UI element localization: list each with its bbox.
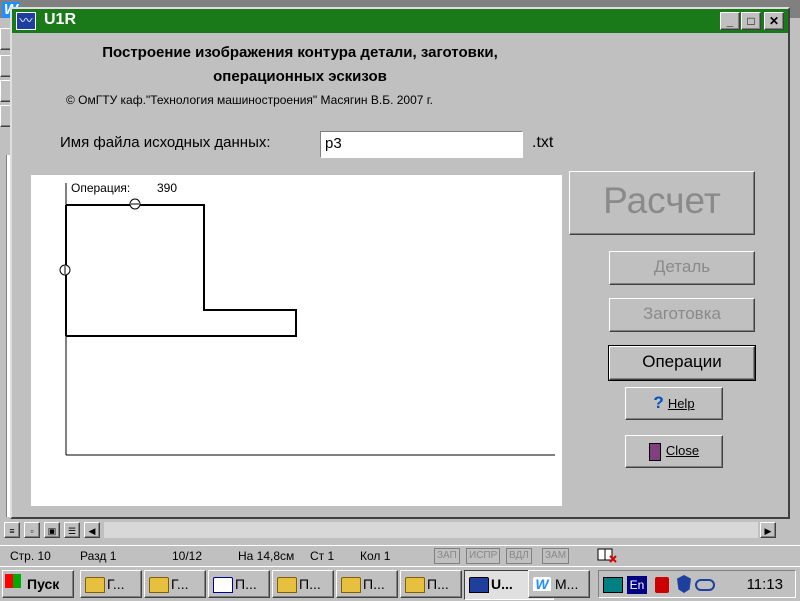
file-name-input[interactable]: p3 [320, 131, 523, 158]
word-status-bar: Стр. 10 Разд 1 10/12 На 14,8см Ст 1 Кол … [0, 545, 800, 566]
help-label: Help [667, 396, 695, 411]
dialog-title: U1R [44, 11, 77, 28]
file-name-label: Имя файла исходных данных: [60, 134, 271, 151]
horizontal-scrollbar[interactable]: ≡ ▫ ▣ ☰ ◀ ▶ [0, 520, 778, 540]
part-contour [66, 204, 297, 337]
folder-icon [405, 577, 425, 593]
copyright-text: © ОмГТУ каф."Технология машиностроения" … [66, 93, 434, 107]
operations-button[interactable]: Операции [608, 345, 756, 381]
taskbar-task[interactable]: Г... [144, 570, 206, 598]
task-label: Г... [171, 576, 189, 592]
taskbar: Пуск Г... Г... П... П... П... П... U... … [0, 566, 800, 601]
system-tray: En 11:13 [598, 570, 796, 598]
question-mark-icon: ? [653, 393, 664, 412]
page-view-icon[interactable]: ▣ [44, 522, 60, 538]
status-column: Кол 1 [360, 549, 391, 563]
task-label: П... [363, 576, 385, 592]
tray-app-icon[interactable] [655, 577, 669, 593]
status-ext[interactable]: ВДЛ [506, 548, 532, 564]
app-logo-icon: 〰 [16, 12, 36, 30]
book-check-icon [597, 548, 617, 563]
start-label: Пуск [27, 576, 60, 592]
door-icon [648, 442, 661, 461]
taskbar-task[interactable]: W M... [528, 570, 590, 598]
heading-line-2: операционных эскизов [213, 68, 387, 85]
folder-icon [149, 577, 169, 593]
blank-button[interactable]: Заготовка [609, 298, 755, 332]
status-section: Разд 1 [80, 549, 117, 563]
folder-icon [277, 577, 297, 593]
heading-line-1: Построение изображения контура детали, з… [102, 44, 498, 61]
web-view-icon[interactable]: ▫ [24, 522, 40, 538]
minimize-button[interactable]: _ [720, 12, 740, 30]
status-ovr[interactable]: ЗАМ [542, 548, 570, 564]
operation-label: Операция: [71, 181, 131, 195]
scroll-right-icon[interactable]: ▶ [760, 522, 776, 538]
clock[interactable]: 11:13 [747, 576, 783, 593]
task-label: П... [299, 576, 321, 592]
close-window-button[interactable]: ✕ [764, 12, 784, 30]
status-trk[interactable]: ИСПР [466, 548, 501, 564]
contour-drawing [59, 183, 555, 456]
scroll-left-icon[interactable]: ◀ [84, 522, 100, 538]
task-label: П... [235, 576, 257, 592]
task-label: П... [427, 576, 449, 592]
word-icon: W [533, 577, 551, 591]
taskbar-task[interactable]: Г... [80, 570, 142, 598]
normal-view-icon[interactable]: ≡ [4, 522, 20, 538]
status-page: Стр. 10 [10, 549, 51, 563]
status-pages: 10/12 [172, 549, 203, 563]
network-icon[interactable] [695, 579, 715, 591]
task-label: U... [491, 576, 513, 592]
outline-view-icon[interactable]: ☰ [64, 522, 80, 538]
status-rec[interactable]: ЗАП [434, 548, 460, 564]
close-button[interactable]: Close [625, 435, 723, 468]
drawing-canvas [31, 175, 562, 506]
calculate-button[interactable]: Расчет [569, 171, 755, 235]
taskbar-task[interactable]: П... [272, 570, 334, 598]
windows-flag-icon [5, 574, 21, 588]
folder-icon [341, 577, 361, 593]
language-indicator[interactable]: En [627, 576, 647, 594]
dialog-titlebar[interactable] [12, 9, 788, 33]
status-position: На 14,8см [238, 549, 295, 563]
file-extension-label: .txt [532, 134, 554, 151]
taskbar-task[interactable]: П... [336, 570, 398, 598]
status-line: Ст 1 [310, 549, 335, 563]
task-label: M... [555, 576, 579, 592]
search-window-icon [213, 577, 233, 593]
task-label: Г... [107, 576, 125, 592]
shield-icon[interactable] [677, 575, 691, 593]
operation-number: 390 [157, 181, 178, 195]
part-button[interactable]: Деталь [609, 251, 755, 285]
u1r-app-icon [469, 577, 489, 593]
scrollbar-track[interactable] [104, 522, 758, 538]
maximize-button[interactable]: □ [741, 12, 761, 30]
monitor-icon[interactable] [603, 577, 623, 593]
taskbar-task[interactable]: П... [208, 570, 270, 598]
spelling-status-icon[interactable] [596, 547, 618, 563]
close-label: Close [665, 443, 700, 458]
taskbar-task[interactable]: П... [400, 570, 462, 598]
help-button[interactable]: ? Help [625, 387, 723, 420]
folder-icon [85, 577, 105, 593]
